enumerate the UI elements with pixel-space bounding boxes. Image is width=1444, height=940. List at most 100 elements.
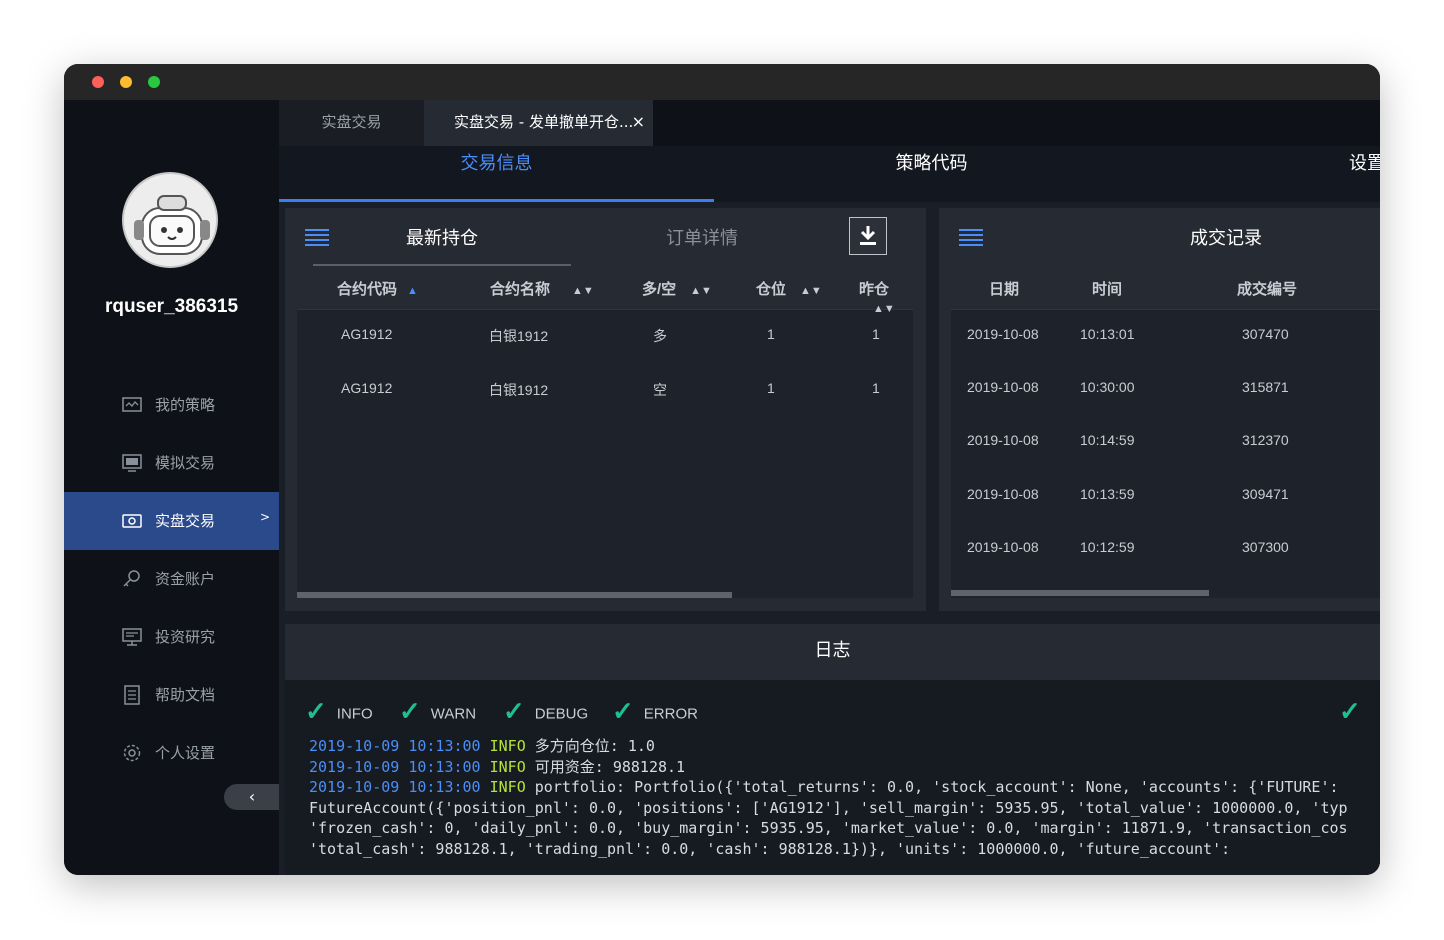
log-line: 'frozen_cash': 0, 'daily_pnl': 0.0, 'buy… (309, 819, 1348, 837)
minimize-window-button[interactable] (120, 76, 132, 88)
subtab-strategy-code[interactable]: 策略代码 (714, 146, 1149, 202)
column-header-date[interactable]: 日期 (989, 278, 1019, 299)
sidebar-item-simulation[interactable]: 模拟交易 (64, 434, 279, 492)
sort-asc-icon[interactable]: ▲ (407, 285, 418, 297)
sidebar-item-label: 资金账户 (155, 570, 216, 588)
maximize-window-button[interactable] (148, 76, 160, 88)
filter-all[interactable]: ✓ (1339, 696, 1371, 730)
table-cell: 白银1912 (489, 328, 549, 344)
menu-icon[interactable] (305, 229, 329, 247)
table-cell: 2019-10-08 (967, 326, 1039, 342)
tab-live-trade[interactable]: 实盘交易 (279, 100, 424, 146)
sort-icon[interactable]: ▲▼ (873, 303, 895, 315)
table-cell: 10:13:01 (1080, 326, 1135, 342)
subtab-trade-info[interactable]: 交易信息 (279, 146, 714, 202)
tab-latest-positions[interactable]: 最新持仓 (406, 224, 478, 250)
check-icon: ✓ (612, 696, 634, 726)
document-icon (124, 685, 140, 705)
download-button[interactable] (849, 217, 887, 255)
check-icon: ✓ (503, 696, 525, 726)
column-header-time[interactable]: 时间 (1092, 278, 1122, 299)
filter-error[interactable]: ✓ ERROR (612, 696, 698, 730)
sort-icon[interactable]: ▲▼ (572, 285, 594, 297)
positions-panel: 最新持仓 订单详情 合约代码 ▲ 合约名称 ▲▼ 多/空 ▲▼ 仓位 ▲▼ 昨仓▲▼ A… (285, 208, 926, 611)
table-cell: 空 (653, 382, 667, 398)
trades-table: 日期 时间 成交编号 2019-10-08 10:13:01 307470 20… (951, 266, 1380, 598)
sidebar-item-help-docs[interactable]: 帮助文档 (64, 666, 279, 724)
sort-icon[interactable]: ▲▼ (800, 285, 822, 297)
horizontal-scrollbar[interactable] (951, 590, 1209, 596)
simulation-icon (122, 454, 142, 472)
column-header-prev-position[interactable]: 昨仓▲▼ (859, 278, 913, 316)
table-cell: 315871 (1242, 379, 1289, 395)
table-cell: 1 (872, 326, 880, 342)
sidebar-item-label: 个人设置 (155, 744, 216, 762)
sidebar-item-my-strategy[interactable]: 我的策略 (64, 376, 279, 434)
filter-info[interactable]: ✓ INFO (305, 696, 373, 730)
table-header: 日期 时间 成交编号 (951, 266, 1380, 310)
table-cell: 2019-10-08 (967, 432, 1039, 448)
log-line: FutureAccount({'position_pnl': 0.0, 'pos… (309, 798, 1348, 817)
avatar[interactable] (122, 172, 218, 268)
subtab-settings[interactable]: 设置 (1349, 146, 1380, 202)
log-line: 2019-10-09 10:13:00 INFO 可用资金: 988128.1 (309, 757, 686, 776)
check-icon: ✓ (399, 696, 421, 726)
log-line: 'total_cash': 988128.1, 'trading_pnl': 0… (309, 839, 1231, 858)
column-header-position[interactable]: 仓位 ▲▼ (756, 278, 822, 299)
table-cell: 10:12:59 (1080, 539, 1135, 555)
log-line: 2019-10-09 10:13:00 INFO 多方向仓位: 1.0 (309, 737, 655, 755)
table-cell: 1 (767, 326, 775, 342)
sidebar-item-fund-account[interactable]: 资金账户 (64, 550, 279, 608)
log-output: 2019-10-09 10:13:00 INFO 多方向仓位: 1.0 2019… (309, 736, 1380, 859)
table-cell: 2019-10-08 (967, 539, 1039, 555)
close-icon[interactable]: × (632, 100, 645, 144)
sidebar-item-research[interactable]: 投资研究 (64, 608, 279, 666)
table-cell: AG1912 (341, 326, 393, 342)
table-cell: 307470 (1242, 326, 1289, 342)
chevron-right-icon: > (260, 510, 271, 524)
username: rquser_386315 (104, 296, 239, 317)
column-header-trade-id[interactable]: 成交编号 (1237, 278, 1297, 299)
key-icon (123, 570, 140, 587)
log-title: 日志 (285, 624, 1380, 680)
title-bar (64, 64, 1380, 100)
table-cell: 1 (767, 380, 775, 396)
positions-panel-header: 最新持仓 订单详情 (285, 208, 926, 266)
tab-bar: 实盘交易 实盘交易 - 发单撤单开仓... × (279, 100, 1380, 146)
table-cell: 309471 (1242, 486, 1289, 502)
column-header-contract-code[interactable]: 合约代码 ▲ (337, 278, 418, 299)
strategy-icon (122, 397, 142, 412)
close-window-button[interactable] (92, 76, 104, 88)
trades-panel-title: 成交记录 (1190, 228, 1262, 249)
menu-icon[interactable] (959, 229, 983, 247)
sidebar-item-live-trade[interactable]: 实盘交易 > (64, 492, 279, 550)
tab-order-details[interactable]: 订单详情 (666, 224, 738, 250)
sidebar-item-label: 模拟交易 (155, 454, 216, 472)
table-cell: 1 (872, 380, 880, 396)
collapse-sidebar-button[interactable]: ‹ (224, 784, 280, 810)
table-cell: 2019-10-08 (967, 379, 1039, 395)
check-icon: ✓ (305, 696, 327, 726)
sidebar-item-label: 帮助文档 (155, 686, 216, 704)
app-window: rquser_386315 我的策略 模拟交易 实盘交易 > 资金账户 投资研究… (64, 64, 1380, 875)
column-header-long-short[interactable]: 多/空 ▲▼ (642, 278, 712, 299)
table-cell: 白银1912 (489, 382, 549, 398)
sort-icon[interactable]: ▲▼ (690, 285, 712, 297)
horizontal-scrollbar[interactable] (297, 592, 732, 598)
positions-table: 合约代码 ▲ 合约名称 ▲▼ 多/空 ▲▼ 仓位 ▲▼ 昨仓▲▼ AG1912 白银19… (297, 266, 913, 598)
table-cell: 多 (653, 328, 667, 344)
table-header: 合约代码 ▲ 合约名称 ▲▼ 多/空 ▲▼ 仓位 ▲▼ 昨仓▲▼ (297, 266, 913, 315)
check-icon: ✓ (1339, 696, 1361, 726)
column-header-contract-name[interactable]: 合约名称 ▲▼ (490, 278, 594, 299)
sidebar-item-label: 投资研究 (155, 628, 216, 646)
tab-live-trade-detail[interactable]: 实盘交易 - 发单撤单开仓... × (424, 100, 653, 146)
table-cell: 2019-10-08 (967, 486, 1039, 502)
sidebar-item-label: 我的策略 (155, 396, 216, 414)
tab-label: 实盘交易 (321, 113, 382, 131)
filter-warn[interactable]: ✓ WARN (399, 696, 476, 730)
sidebar-item-label: 实盘交易 (155, 512, 216, 530)
table-cell: 312370 (1242, 432, 1289, 448)
filter-debug[interactable]: ✓ DEBUG (503, 696, 588, 730)
sidebar-item-settings[interactable]: 个人设置 (64, 724, 279, 782)
table-cell: 10:30:00 (1080, 379, 1135, 395)
